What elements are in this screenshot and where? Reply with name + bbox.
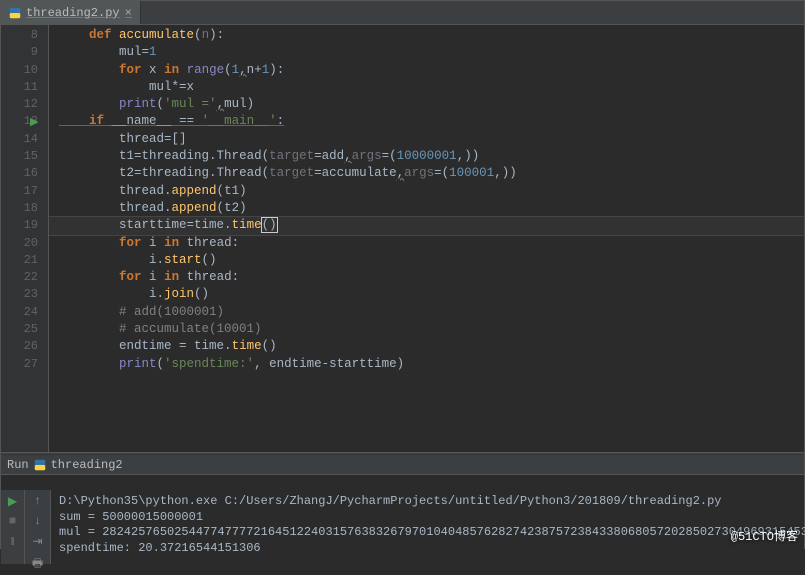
run-config-name: threading2	[51, 458, 123, 472]
line-number: 11	[1, 79, 38, 96]
line-number: 21	[1, 252, 38, 269]
line-number: 8	[1, 27, 38, 44]
code-line[interactable]: mul*=x	[49, 79, 804, 96]
line-number-gutter: ▶ 89101112131415161718192021222324252627	[1, 25, 49, 452]
line-number: 23	[1, 286, 38, 303]
code-line[interactable]: i.start()	[49, 252, 804, 269]
down-icon[interactable]: ↓	[31, 514, 45, 528]
code-line[interactable]: t2=threading.Thread(target=accumulate,ar…	[49, 165, 804, 182]
line-number: 14	[1, 131, 38, 148]
run-tool-window-header[interactable]: Run threading2	[1, 455, 804, 475]
code-line[interactable]: def accumulate(n):	[49, 27, 804, 44]
line-number: 9	[1, 44, 38, 61]
code-line[interactable]: endtime = time.time()	[49, 338, 804, 355]
line-number: 17	[1, 183, 38, 200]
code-line[interactable]: thread.append(t2)	[49, 200, 804, 217]
file-tab-threading2[interactable]: threading2.py ×	[1, 1, 141, 24]
code-area[interactable]: def accumulate(n): mul=1 for x in range(…	[49, 25, 804, 452]
run-tool-window: ▶ ■ ‖ ↑ ↓ ⇥ 🖶 D:\Python35\python.exe C:/…	[1, 470, 804, 564]
run-label: Run	[7, 458, 29, 472]
line-number: 18	[1, 200, 38, 217]
line-number: 15	[1, 148, 38, 165]
console-output[interactable]: D:\Python35\python.exe C:/Users/ZhangJ/P…	[51, 490, 805, 564]
watermark: @51CTO博客	[731, 527, 798, 544]
rerun-icon[interactable]: ▶	[6, 494, 20, 508]
pause-icon[interactable]: ‖	[6, 534, 20, 548]
line-number: 10	[1, 62, 38, 79]
code-line[interactable]: thread=[]	[49, 131, 804, 148]
line-number: 22	[1, 269, 38, 286]
code-line[interactable]: thread.append(t1)	[49, 183, 804, 200]
tab-filename: threading2.py	[26, 6, 120, 20]
code-editor: ▶ 89101112131415161718192021222324252627…	[1, 25, 804, 453]
line-number: 20	[1, 235, 38, 252]
python-file-icon	[9, 7, 21, 19]
code-line[interactable]: t1=threading.Thread(target=add,args=(100…	[49, 148, 804, 165]
run-toolbar-secondary: ↑ ↓ ⇥ 🖶	[25, 490, 51, 564]
run-gutter-icon[interactable]: ▶	[30, 115, 38, 132]
line-number: 25	[1, 321, 38, 338]
code-line[interactable]: for x in range(1,n+1):	[49, 62, 804, 79]
line-number: 24	[1, 304, 38, 321]
code-line[interactable]: for i in thread:	[49, 269, 804, 286]
code-line[interactable]: print('spendtime:', endtime-starttime)	[49, 356, 804, 373]
code-line[interactable]: # add(1000001)	[49, 304, 804, 321]
line-number: 27	[1, 356, 38, 373]
code-line[interactable]: for i in thread:	[49, 235, 804, 252]
code-line[interactable]: print('mul =',mul)	[49, 96, 804, 113]
line-number: 19	[1, 217, 38, 234]
wrap-icon[interactable]: ⇥	[31, 534, 45, 548]
stop-icon[interactable]: ■	[6, 514, 20, 528]
print-icon[interactable]: 🖶	[31, 554, 45, 568]
line-number: 16	[1, 165, 38, 182]
code-line[interactable]: i.join()	[49, 286, 804, 303]
run-toolbar-primary: ▶ ■ ‖	[1, 490, 25, 564]
line-number: 12	[1, 96, 38, 113]
code-line[interactable]: # accumulate(10001)	[49, 321, 804, 338]
code-line[interactable]: starttime=time.time()	[49, 217, 804, 234]
code-line[interactable]: if __name__ == '__main__':	[49, 113, 804, 130]
editor-tab-bar: threading2.py ×	[1, 1, 804, 25]
code-line[interactable]: mul=1	[49, 44, 804, 61]
up-icon[interactable]: ↑	[31, 494, 45, 508]
close-tab-icon[interactable]: ×	[125, 6, 132, 20]
line-number: 26	[1, 338, 38, 355]
python-file-icon	[34, 459, 46, 471]
